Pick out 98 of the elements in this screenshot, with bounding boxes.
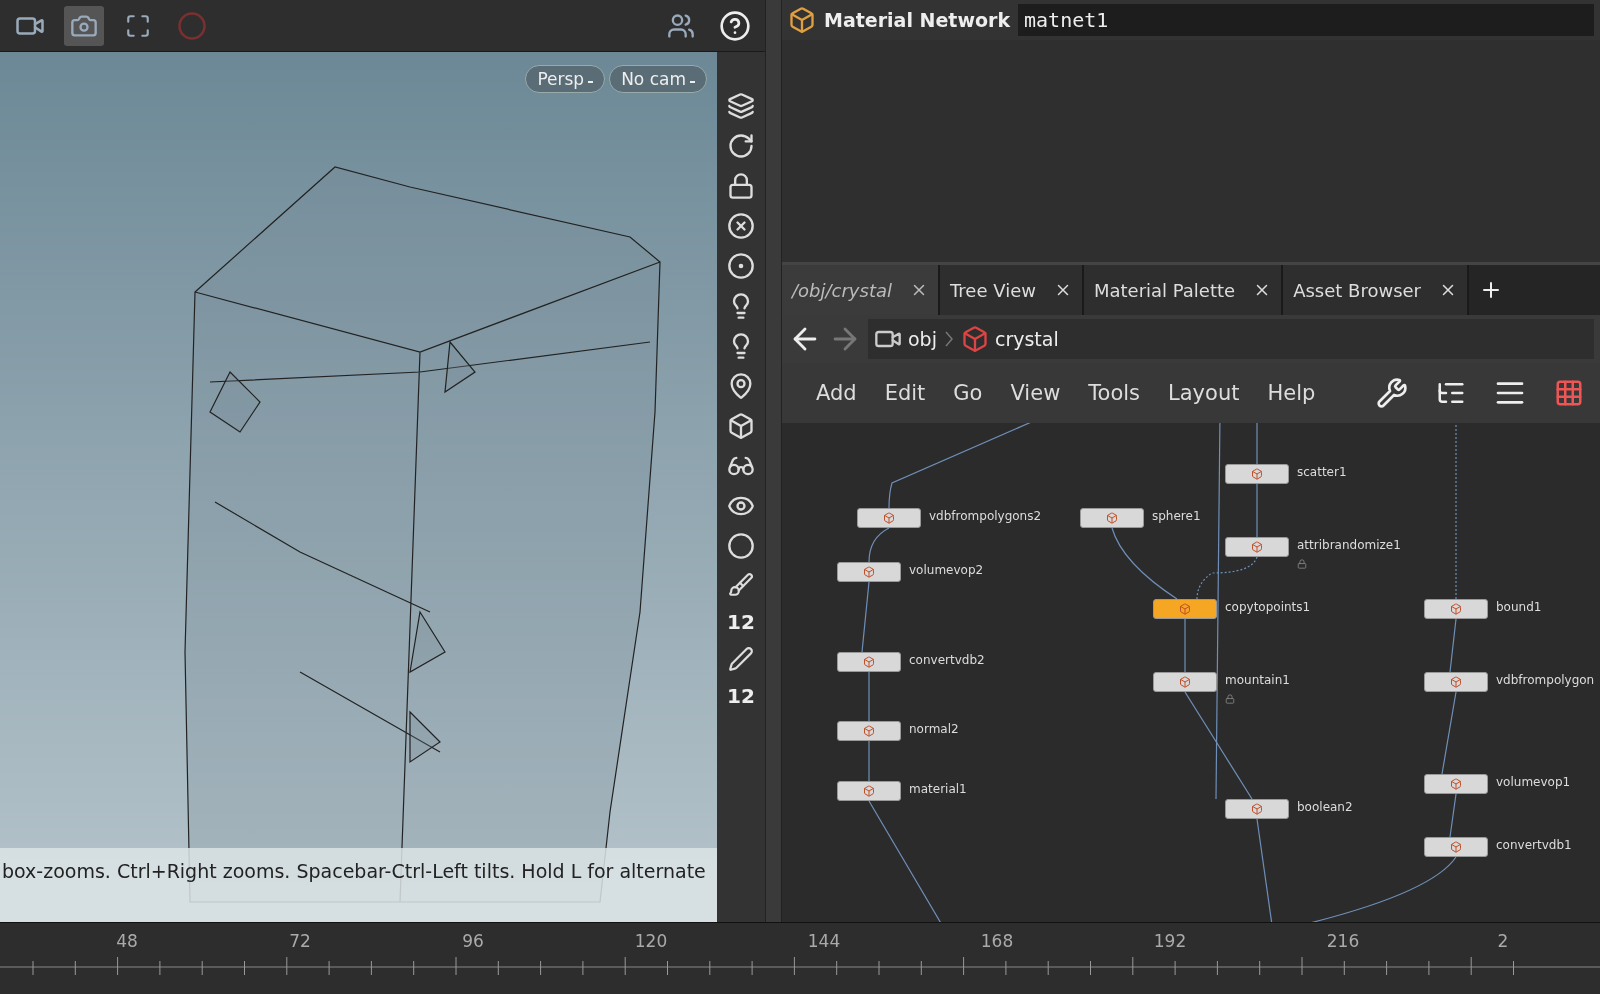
node-icon [863, 566, 875, 578]
connection-wire [1256, 483, 1258, 538]
node-icon [863, 656, 875, 668]
connection-wire [1449, 793, 1457, 838]
pane-tab[interactable]: Asset Browser [1283, 265, 1469, 315]
cube-icon [788, 6, 816, 34]
network-node[interactable] [1424, 837, 1488, 857]
node-icon [1179, 676, 1191, 688]
node-icon [1251, 541, 1263, 553]
node-label: convertvdb2 [909, 653, 985, 667]
shelf-number[interactable]: 12 [727, 684, 755, 708]
3d-viewport[interactable]: Persp No cam box-zooms. Ctrl+Right zooms. Spacebar-Ctrl-Left tilts. Hold L for alternate [0, 52, 717, 922]
network-node[interactable] [1225, 537, 1289, 557]
menu-item[interactable]: View [1010, 381, 1061, 405]
node-label: convertvdb1 [1496, 838, 1572, 852]
menu-item[interactable]: Edit [884, 381, 926, 405]
node-label: copytopoints1 [1225, 600, 1311, 614]
node-icon [1106, 512, 1118, 524]
separator-icon [944, 331, 953, 347]
camera-menu[interactable]: No cam [609, 65, 707, 93]
cross-circle-icon[interactable] [727, 212, 755, 240]
layers-icon[interactable] [727, 92, 755, 120]
frame-number: 192 [1153, 931, 1187, 951]
node-label: vdbfrompolygon [1496, 673, 1595, 687]
network-node[interactable] [837, 781, 901, 801]
network-node[interactable] [1225, 799, 1289, 819]
pane-tab[interactable]: Material Palette [1083, 265, 1284, 315]
node-label: vdbfrompolygons2 [929, 509, 1042, 523]
frame-number: 144 [807, 931, 841, 951]
menu-item[interactable]: Tools [1088, 381, 1141, 405]
frame-number: 120 [634, 931, 668, 951]
camera-menu[interactable]: Persp [525, 65, 606, 93]
network-node[interactable] [1153, 672, 1217, 692]
box-icon[interactable] [727, 412, 755, 440]
path-crumb[interactable]: obj [874, 325, 937, 353]
node-name-field[interactable]: matnet1 [1018, 4, 1594, 36]
node-label: bound1 [1496, 600, 1542, 614]
cube-icon [960, 325, 989, 353]
node-label: mountain1 [1225, 673, 1290, 687]
node-label: scatter1 [1297, 465, 1347, 479]
node-icon [1450, 603, 1462, 615]
shelf-number[interactable]: 12 [727, 610, 755, 634]
menu-item[interactable]: Help [1267, 381, 1316, 405]
frame-number: 96 [462, 931, 484, 951]
frame-number: 168 [980, 931, 1014, 951]
menu-item[interactable]: Layout [1168, 381, 1240, 405]
frame-number: 48 [116, 931, 138, 951]
network-node[interactable] [837, 721, 901, 741]
network-node[interactable] [1080, 508, 1144, 528]
node-icon [863, 725, 875, 737]
node-icon [883, 512, 895, 524]
network-node[interactable] [857, 508, 921, 528]
node-label: attribrandomize1 [1297, 538, 1401, 552]
network-node[interactable] [1225, 464, 1289, 484]
rotate-icon[interactable] [727, 132, 755, 160]
network-node[interactable] [837, 652, 901, 672]
lock-icon[interactable] [727, 172, 755, 200]
node-label: material1 [909, 782, 967, 796]
menu-item[interactable]: Add [816, 381, 857, 405]
connection-wire [1184, 618, 1186, 673]
frame-number: 2 [1497, 931, 1509, 951]
menu-item[interactable]: Go [953, 381, 983, 405]
camera-tool-icon[interactable] [64, 5, 104, 46]
wrench-icon[interactable] [1376, 377, 1408, 409]
node-label: normal2 [909, 722, 959, 736]
network-node[interactable] [1424, 672, 1488, 692]
node-icon [1450, 778, 1462, 790]
network-node[interactable] [1424, 599, 1488, 619]
network-node[interactable] [1424, 774, 1488, 794]
node-icon [1450, 841, 1462, 853]
pane-tab[interactable]: /obj/crystal [782, 265, 940, 315]
node-icon [1251, 803, 1263, 815]
frame-number: 72 [289, 931, 311, 951]
brush-icon[interactable] [728, 572, 754, 598]
frame-number: 216 [1326, 931, 1360, 951]
network-node[interactable] [1153, 599, 1217, 619]
network-node[interactable] [837, 562, 901, 582]
connection-wire [868, 671, 870, 722]
connection-wire [1256, 423, 1258, 465]
connection-wire [1449, 618, 1457, 673]
pen-icon[interactable] [728, 646, 754, 672]
path-crumb[interactable]: crystal [960, 325, 1059, 353]
connection-wire [861, 581, 870, 653]
pane-tab[interactable]: Tree View [940, 265, 1084, 315]
node-label: volumevop1 [1496, 775, 1571, 789]
node-icon [1179, 603, 1191, 615]
connection-wire [868, 527, 890, 563]
node-label: boolean2 [1297, 800, 1353, 814]
status-text: box-zooms. Ctrl+Right zooms. Spacebar-Ctrl-Left tilts. Hold L for alternate [2, 860, 706, 882]
node-icon [1450, 676, 1462, 688]
node-label: volumevop2 [909, 563, 984, 577]
grid-icon[interactable] [1554, 378, 1584, 408]
ring-icon[interactable] [727, 252, 755, 280]
network-type-label: Material Network [824, 9, 1010, 31]
connection-wire [868, 740, 870, 782]
node-label: sphere1 [1152, 509, 1201, 523]
node-icon [863, 785, 875, 797]
node-icon [1251, 468, 1263, 480]
